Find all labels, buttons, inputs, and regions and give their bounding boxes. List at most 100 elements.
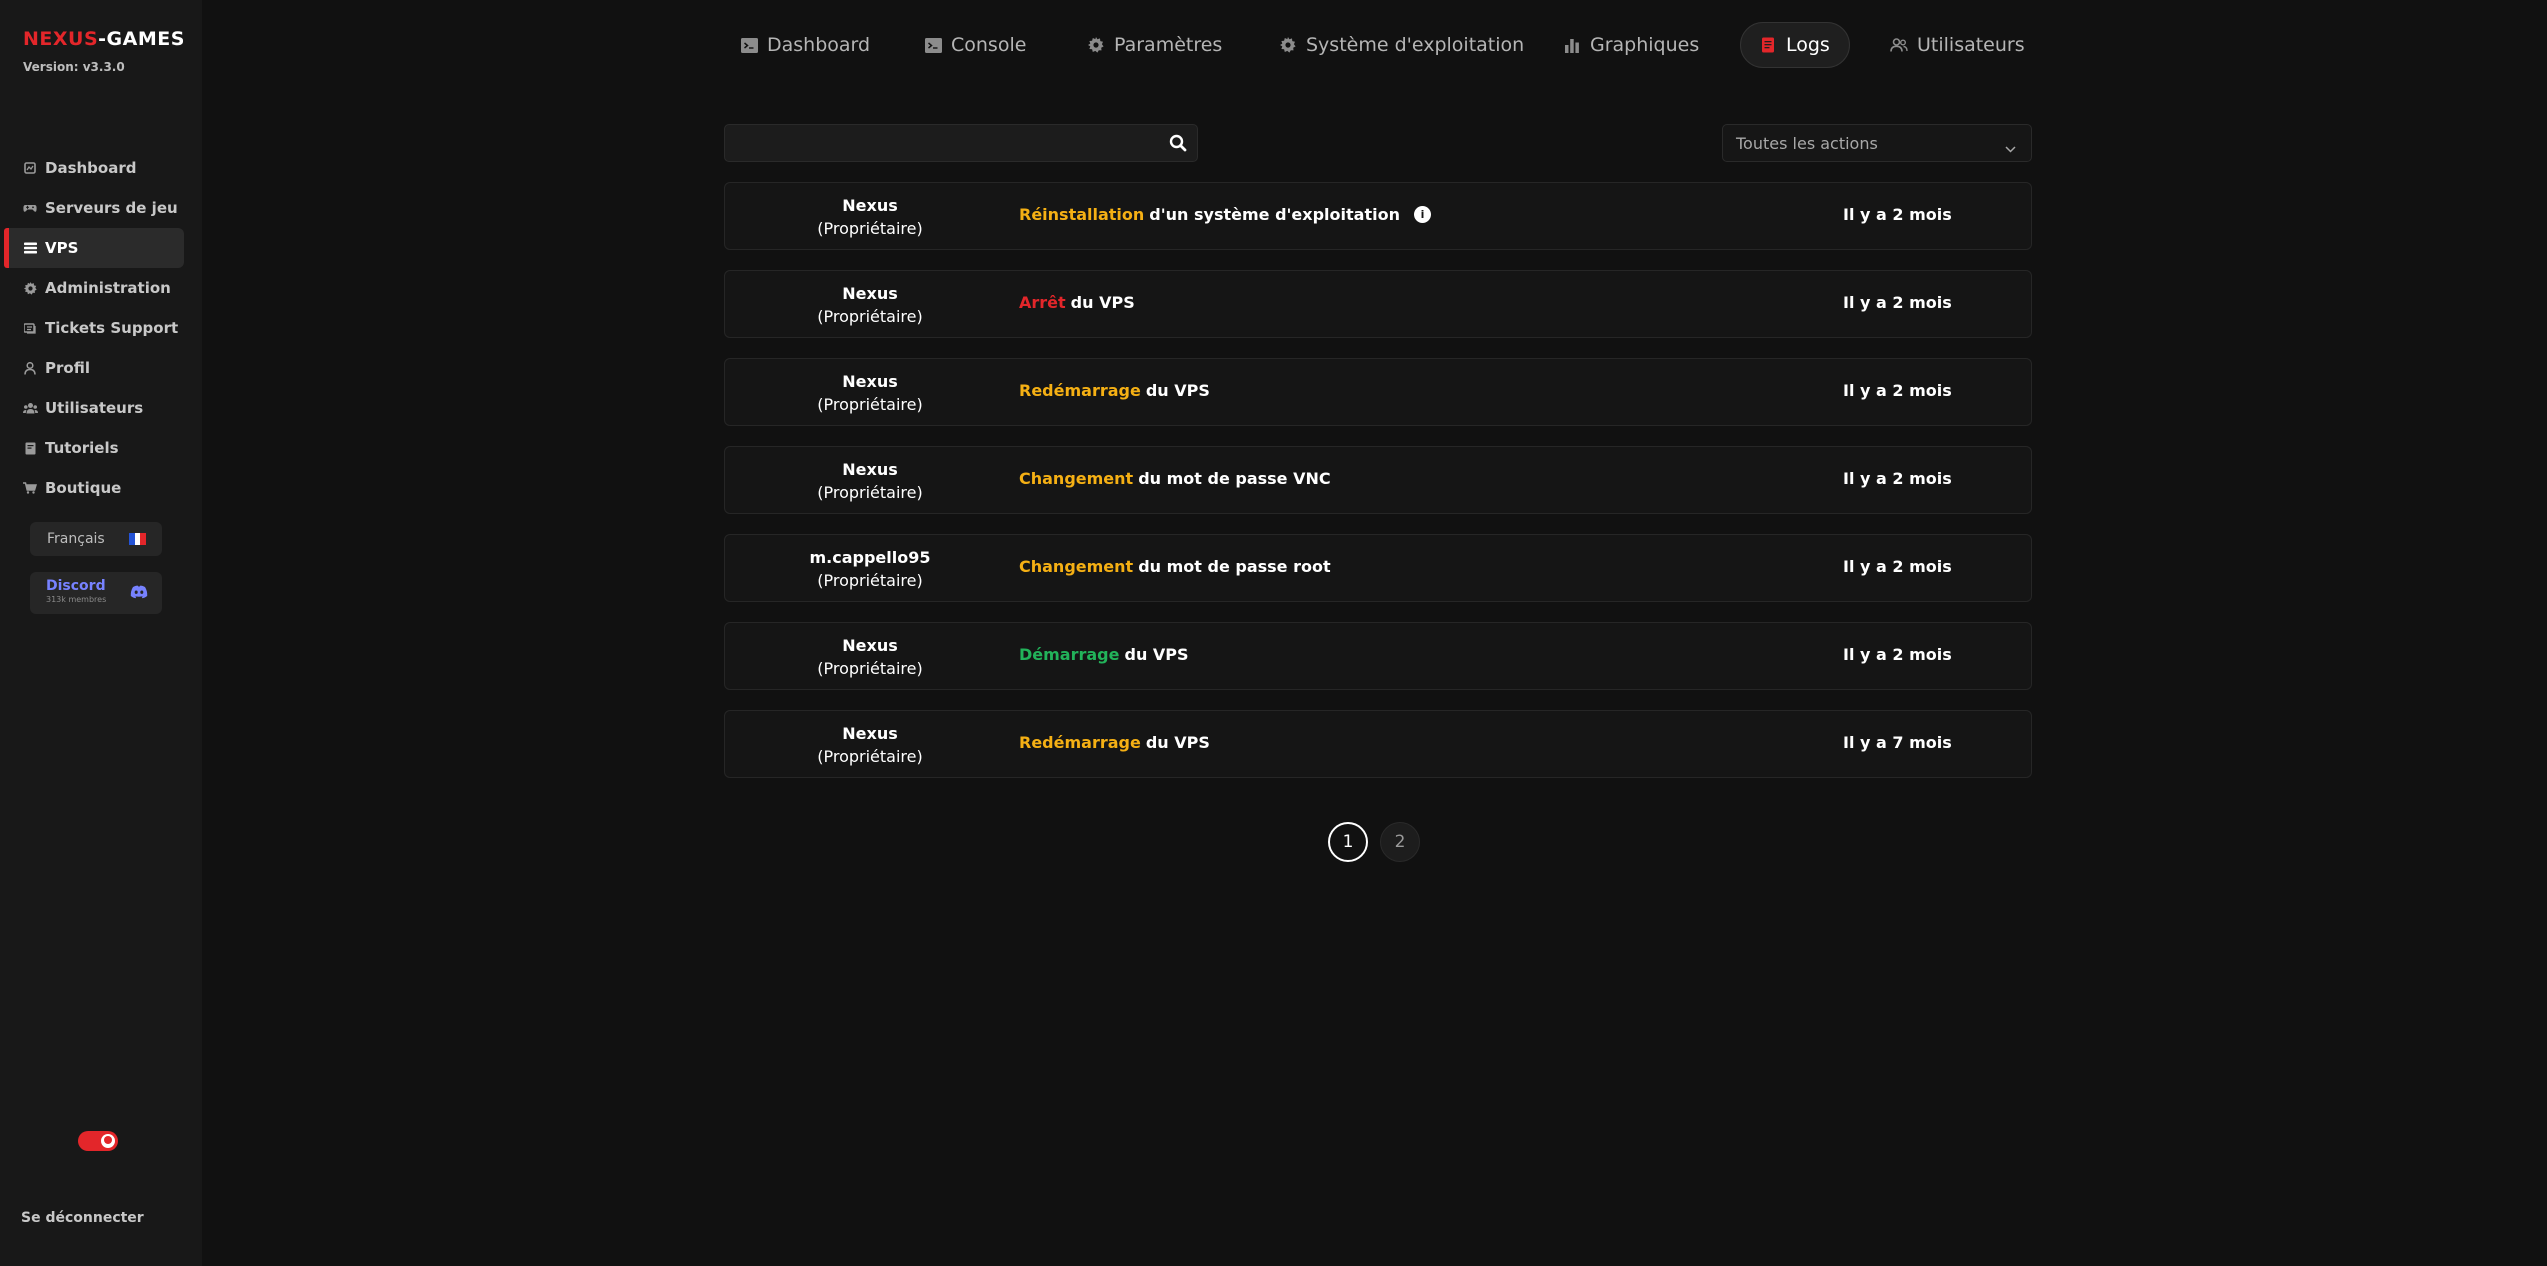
log-user: Nexus (Propriétaire): [725, 194, 1015, 240]
log-action-detail: du mot de passe VNC: [1138, 469, 1331, 488]
moon-icon: [104, 1136, 112, 1144]
tab-label: Graphiques: [1590, 34, 1700, 56]
log-user-name: Nexus: [842, 284, 898, 303]
tab-label: Utilisateurs: [1917, 34, 2025, 56]
terminal-icon: [924, 36, 942, 54]
log-user-role: (Propriétaire): [817, 747, 923, 766]
sidebar-item-tickets-support[interactable]: Tickets Support: [0, 308, 202, 348]
theme-toggle[interactable]: [78, 1131, 118, 1151]
tab-graphiques[interactable]: Graphiques: [1563, 22, 1699, 68]
tab-label: Console: [951, 34, 1027, 56]
log-action-verb: Arrêt: [1019, 293, 1066, 312]
log-user-role: (Propriétaire): [817, 571, 923, 590]
log-user-role: (Propriétaire): [817, 219, 923, 238]
search-icon[interactable]: [1169, 134, 1187, 152]
log-row: m.cappello95 (Propriétaire) Changement du m…: [724, 534, 2032, 602]
page-button[interactable]: 1: [1328, 822, 1368, 862]
log-user-name: Nexus: [842, 372, 898, 391]
log-user: Nexus (Propriétaire): [725, 282, 1015, 328]
log-user-name: Nexus: [842, 636, 898, 655]
sidebar-item-dashboard[interactable]: Dashboard: [0, 148, 202, 188]
log-user: Nexus (Propriétaire): [725, 370, 1015, 416]
users-icon: [22, 400, 38, 416]
log-time: Il y a 2 mois: [1843, 293, 1952, 312]
log-action: Réinstallation d'un système d'exploitatio…: [1019, 205, 1431, 224]
brand-part-1: NEXUS: [23, 28, 99, 50]
page-button[interactable]: 2: [1380, 822, 1420, 862]
log-user: Nexus (Propriétaire): [725, 634, 1015, 680]
sidebar-item-tutorials[interactable]: Tutoriels: [0, 428, 202, 468]
gear-icon: [1279, 36, 1297, 54]
log-user: Nexus (Propriétaire): [725, 458, 1015, 504]
log-user: Nexus (Propriétaire): [725, 722, 1015, 768]
search-box: [724, 124, 1198, 162]
log-action-verb: Redémarrage: [1019, 381, 1141, 400]
log-action-detail: du VPS: [1124, 645, 1189, 664]
sidebar-item-users[interactable]: Utilisateurs: [0, 388, 202, 428]
log-time: Il y a 2 mois: [1843, 645, 1952, 664]
log-action-verb: Démarrage: [1019, 645, 1120, 664]
log-user-name: m.cappello95: [809, 548, 931, 567]
gear-icon: [22, 280, 38, 296]
tab-utilisateurs[interactable]: Utilisateurs: [1890, 22, 2025, 68]
log-user-name: Nexus: [842, 460, 898, 479]
sidebar-item-vps[interactable]: VPS: [4, 228, 184, 268]
info-icon[interactable]: i: [1413, 206, 1431, 223]
log-action: Changement du mot de passe root: [1019, 557, 1331, 576]
discord-button[interactable]: Discord 313k membres: [30, 572, 162, 614]
language-selector[interactable]: Français: [30, 522, 162, 556]
logout-button[interactable]: Se déconnecter: [21, 1210, 144, 1226]
tab-systeme-exploitation[interactable]: Système d'exploitation: [1279, 22, 1524, 68]
sidebar-item-game-servers[interactable]: Serveurs de jeu: [0, 188, 202, 228]
brand-logo[interactable]: NEXUS-GAMES: [23, 28, 185, 50]
log-action-detail: du VPS: [1070, 293, 1135, 312]
log-user-role: (Propriétaire): [817, 483, 923, 502]
log-time: Il y a 2 mois: [1843, 557, 1952, 576]
version-label: Version: v3.3.0: [23, 60, 125, 74]
log-user: m.cappello95 (Propriétaire): [725, 546, 1015, 592]
ticket-icon: [22, 320, 38, 336]
chevron-down-icon: [2005, 138, 2016, 153]
log-user-name: Nexus: [842, 196, 898, 215]
sidebar-item-label: Tutoriels: [45, 439, 119, 457]
tab-label: Système d'exploitation: [1306, 34, 1525, 56]
action-filter-select[interactable]: Toutes les actions: [1722, 124, 2032, 162]
server-list-icon: [22, 240, 38, 256]
terminal-icon: [740, 36, 758, 54]
log-time: Il y a 2 mois: [1843, 469, 1952, 488]
tab-label: Dashboard: [767, 34, 871, 56]
log-row: Nexus (Propriétaire) Redémarrage du VPS Il y…: [724, 710, 2032, 778]
log-user-role: (Propriétaire): [817, 307, 923, 326]
log-user-name: Nexus: [842, 724, 898, 743]
search-input[interactable]: [725, 125, 1145, 161]
log-action: Arrêt du VPS: [1019, 293, 1135, 312]
log-time: Il y a 2 mois: [1843, 381, 1952, 400]
sidebar-item-label: Serveurs de jeu: [45, 199, 178, 217]
tab-console[interactable]: Console: [924, 22, 1026, 68]
sidebar-item-administration[interactable]: Administration: [0, 268, 202, 308]
select-value: Toutes les actions: [1736, 133, 1878, 153]
gamepad-icon: [22, 200, 38, 216]
sidebar-item-shop[interactable]: Boutique: [0, 468, 202, 508]
brand-part-2: -GAMES: [98, 28, 185, 50]
vps-tabs: Dashboard Console Paramètres Système d'e…: [724, 22, 2034, 68]
sidebar-item-profile[interactable]: Profil: [0, 348, 202, 388]
log-row: Nexus (Propriétaire) Redémarrage du VPS Il y…: [724, 358, 2032, 426]
sidebar-item-label: Tickets Support: [45, 319, 179, 337]
tab-label: Paramètres: [1114, 34, 1223, 56]
user-icon: [22, 360, 38, 376]
tab-logs[interactable]: Logs: [1740, 22, 1850, 68]
log-action: Démarrage du VPS: [1019, 645, 1189, 664]
french-flag-icon: [129, 533, 147, 545]
log-action: Redémarrage du VPS: [1019, 381, 1210, 400]
log-action-verb: Réinstallation: [1019, 205, 1145, 224]
tab-dashboard[interactable]: Dashboard: [740, 22, 870, 68]
sidebar-item-label: Boutique: [45, 479, 122, 497]
log-time: Il y a 2 mois: [1843, 205, 1952, 224]
log-list: Nexus (Propriétaire) Réinstallation d'un sy…: [724, 182, 2032, 798]
log-row: Nexus (Propriétaire) Changement du mot de p…: [724, 446, 2032, 514]
tab-parametres[interactable]: Paramètres: [1087, 22, 1222, 68]
bar-chart-icon: [1563, 36, 1581, 54]
tab-label: Logs: [1786, 34, 1830, 56]
sidebar-item-label: VPS: [45, 239, 79, 257]
